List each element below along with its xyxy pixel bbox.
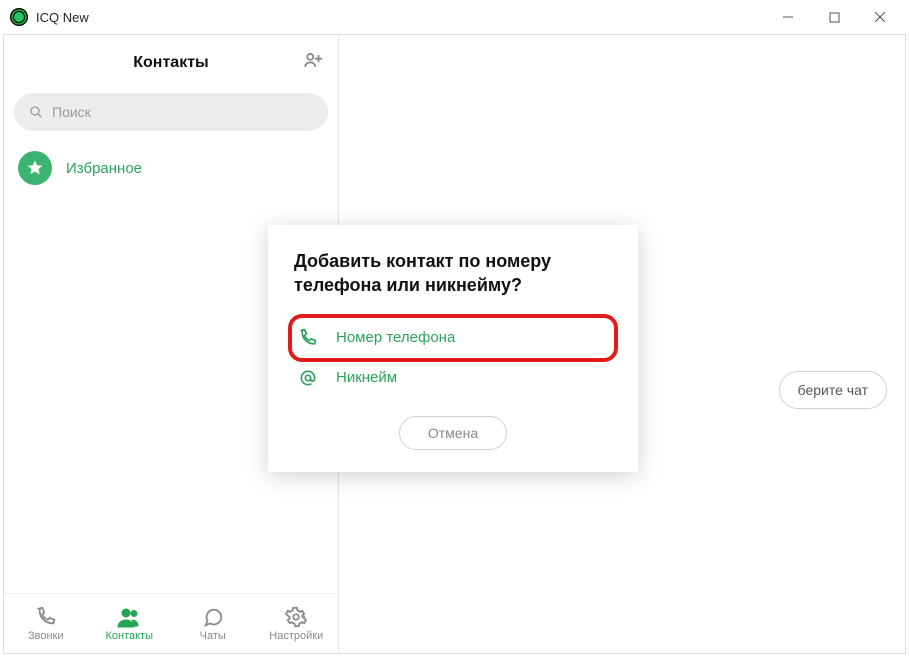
at-icon: [298, 368, 318, 388]
option-nickname[interactable]: Никнейм: [294, 358, 612, 398]
option-phone-number[interactable]: Номер телефона: [294, 318, 612, 358]
phone-icon: [35, 606, 57, 628]
sidebar-header: Контакты: [4, 35, 338, 91]
phone-icon: [298, 328, 318, 348]
search-input[interactable]: [52, 104, 314, 120]
select-chat-hint: берите чат: [779, 371, 887, 409]
search-icon: [28, 104, 44, 120]
star-icon: [18, 151, 52, 185]
add-contact-dialog: Добавить контакт по номеру телефона или …: [268, 225, 638, 472]
nav-chats[interactable]: Чаты: [171, 594, 255, 653]
nav-calls[interactable]: Звонки: [4, 594, 88, 653]
nav-contacts[interactable]: Контакты: [88, 594, 172, 653]
dialog-actions: Отмена: [294, 416, 612, 450]
search-bar[interactable]: [14, 93, 328, 131]
favorites-label: Избранное: [66, 160, 142, 177]
nav-contacts-label: Контакты: [105, 630, 153, 642]
maximize-button[interactable]: [811, 2, 857, 32]
people-icon: [117, 606, 141, 628]
gear-icon: [285, 606, 307, 628]
close-button[interactable]: [857, 2, 903, 32]
sidebar-title: Контакты: [133, 54, 208, 72]
option-nickname-label: Никнейм: [336, 369, 397, 386]
dialog-title: Добавить контакт по номеру телефона или …: [294, 249, 612, 298]
app-logo-icon: [10, 8, 28, 26]
nav-calls-label: Звонки: [28, 630, 64, 642]
add-contact-button[interactable]: [302, 50, 324, 77]
cancel-button[interactable]: Отмена: [399, 416, 507, 450]
bottom-nav: Звонки Контакты Чаты Настройки: [4, 593, 338, 653]
nav-settings[interactable]: Настройки: [255, 594, 339, 653]
nav-settings-label: Настройки: [269, 630, 323, 642]
option-phone-label: Номер телефона: [336, 329, 455, 346]
chat-icon: [202, 606, 224, 628]
nav-chats-label: Чаты: [200, 630, 226, 642]
minimize-button[interactable]: [765, 2, 811, 32]
favorites-item[interactable]: Избранное: [4, 141, 338, 195]
window-controls: [765, 2, 903, 32]
app-title: ICQ New: [36, 10, 89, 25]
select-chat-hint-label: берите чат: [798, 382, 868, 398]
titlebar: ICQ New: [0, 0, 909, 34]
